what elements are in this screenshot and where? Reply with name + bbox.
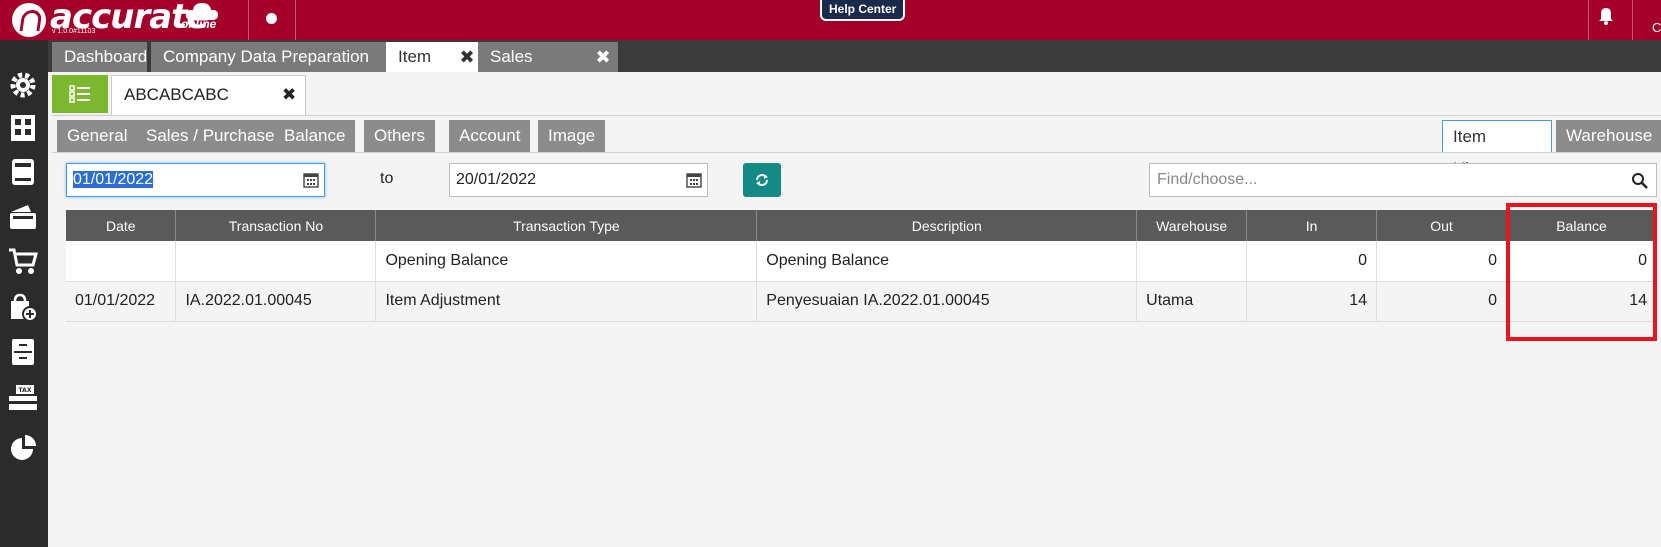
to-date-field[interactable]: 20/01/2022 [449,163,708,197]
tab-sales-order-close-icon[interactable]: ✖ [588,42,618,72]
module-tab-bar: Dashboard Company Data Preparation Item … [48,40,1661,96]
item-history-table: Date Transaction No Transaction Type Des… [66,210,1657,322]
column-header-description[interactable]: Description [756,210,1138,241]
header-divider [1588,0,1589,40]
shopping-bag-add-icon[interactable] [8,292,38,322]
subtab-item-history[interactable]: Item History [1442,120,1552,178]
header-divider [1632,0,1633,40]
to-label: to [380,170,394,187]
subtab-image[interactable]: Image [538,120,606,152]
ledger-book-icon[interactable] [8,157,38,187]
divider [52,152,1661,153]
divider [52,115,1661,116]
cell-in: 0 [1246,241,1378,282]
tax-icon[interactable]: TAX [8,383,38,413]
subtab-warehouse[interactable]: Warehouse [1556,120,1661,152]
column-header-out[interactable]: Out [1376,210,1507,241]
version-label: v 1.0.0#11103 [52,28,96,35]
status-dot-icon[interactable] [266,13,277,24]
svg-text:TAX: TAX [19,387,32,394]
column-header-date[interactable]: Date [66,210,177,241]
cell-date [66,241,177,282]
subtab-general[interactable]: General [57,120,138,152]
top-header: accurate online v 1.0.0#11103 Help Cente… [0,0,1661,40]
subtab-sales-purchase[interactable]: Sales / Purchase [136,120,285,152]
brand-suffix: online [181,17,217,31]
settings-gear-icon[interactable] [8,70,38,100]
header-divider [295,0,296,40]
to-date-value: 20/01/2022 [456,171,537,188]
pie-chart-icon[interactable] [8,433,38,463]
user-menu[interactable]: C [1652,20,1661,35]
tab-item[interactable]: Item [386,42,452,72]
find-placeholder: Find/choose... [1157,171,1258,188]
subtab-account[interactable]: Account [449,120,531,152]
column-header-transaction-type[interactable]: Transaction Type [375,210,758,241]
record-tab-label: ABCABCABC [124,85,229,104]
column-header-warehouse[interactable]: Warehouse [1136,210,1248,241]
record-tab[interactable]: ABCABCABC ✖ [111,75,306,116]
find-choose-input[interactable]: Find/choose... [1149,163,1657,197]
left-sidebar: TAX [0,40,48,547]
cell-in: 14 [1246,281,1378,322]
accurate-logo-mark-icon [12,3,46,37]
cell-date: 01/01/2022 [66,281,177,322]
cell-description: Penyesuaian IA.2022.01.00045 [756,281,1138,322]
item-form: ABCABCABC ✖ General Sales / Purchase Bal… [52,72,1661,547]
balance-column-highlight [1506,203,1657,341]
cell-description: Opening Balance [756,241,1138,282]
cell-warehouse: Utama [1136,281,1248,322]
table-row[interactable]: Opening Balance Opening Balance 0 0 0 [66,241,1657,282]
calendar-icon[interactable] [686,172,702,188]
item-list-button[interactable] [52,75,108,113]
wallet-icon[interactable] [8,202,38,232]
company-building-icon[interactable] [8,113,38,143]
refresh-icon [756,174,768,186]
header-divider [248,0,249,40]
shopping-cart-icon[interactable] [8,246,38,276]
tab-sales-order[interactable]: Sales Order [478,42,588,96]
tab-dashboard[interactable]: Dashboard [52,42,147,72]
from-date-field[interactable]: 01/01/2022 [66,163,325,197]
table-header-row: Date Transaction No Transaction Type Des… [66,210,1657,241]
search-icon[interactable] [1631,172,1648,189]
notification-bell-icon[interactable] [1596,6,1616,26]
help-center-button[interactable]: Help Center [820,0,906,21]
cell-transaction-no: IA.2022.01.00045 [175,281,377,322]
cell-out: 0 [1376,281,1507,322]
column-header-transaction-no[interactable]: Transaction No [175,210,377,241]
from-date-value: 01/01/2022 [73,171,154,188]
cell-warehouse [1136,241,1248,282]
record-close-icon[interactable]: ✖ [282,76,302,114]
column-header-in[interactable]: In [1246,210,1378,241]
subtab-balance[interactable]: Balance [274,120,356,152]
inventory-cabinet-icon[interactable] [8,337,38,367]
refresh-button[interactable] [743,163,781,197]
cell-transaction-type: Opening Balance [375,241,758,282]
accurate-logo[interactable]: accurate [12,0,209,40]
subtab-others[interactable]: Others [364,120,436,152]
cell-out: 0 [1376,241,1507,282]
calendar-icon[interactable] [303,172,319,188]
cell-transaction-type: Item Adjustment [375,281,758,322]
list-icon [69,85,90,103]
cell-transaction-no [175,241,377,282]
table-row[interactable]: 01/01/2022 IA.2022.01.00045 Item Adjustm… [66,281,1657,322]
